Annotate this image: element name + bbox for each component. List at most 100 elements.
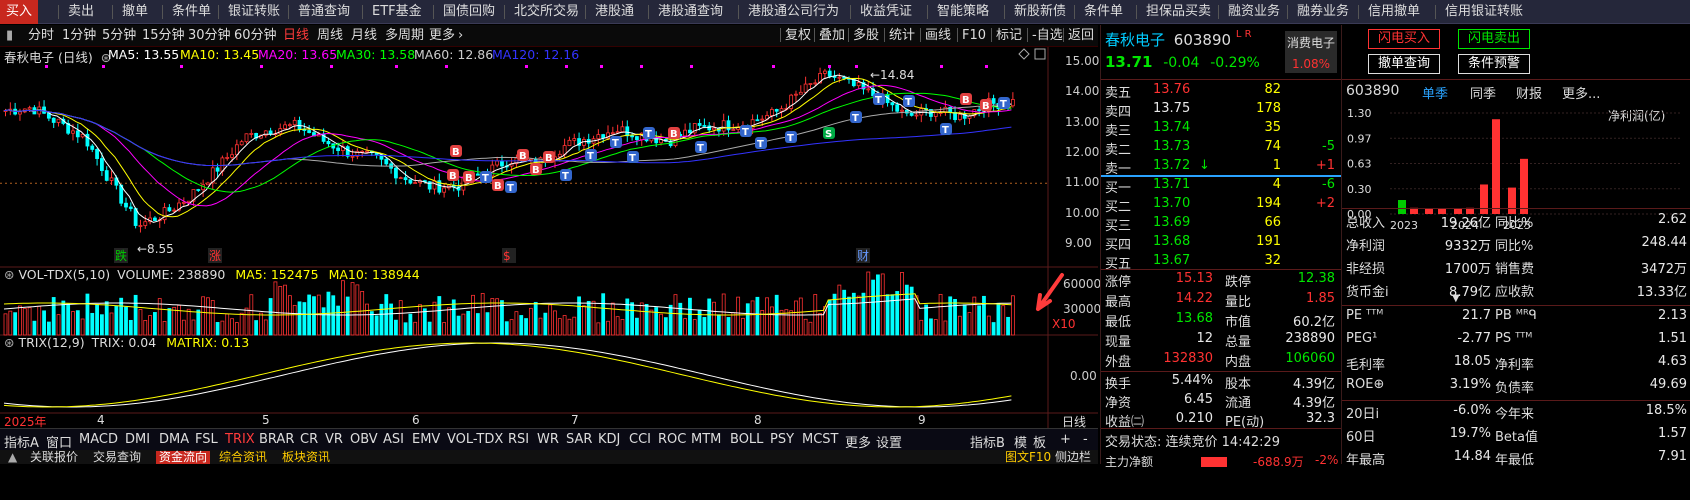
indicator-tab[interactable]: FSL [195,432,218,447]
panel-toggle-icon[interactable]: ▲ [8,451,17,464]
chart-control-button[interactable]: 画线 [925,27,951,45]
period-tab[interactable]: 日线 [283,27,309,45]
menu-item[interactable]: 信用撤单 [1368,0,1420,24]
book-row[interactable]: 卖四 13.75 178 [1101,100,1341,120]
chart-control-button[interactable]: 统计 [889,27,915,45]
indicator-tab[interactable]: VOL-TDX [447,432,503,447]
period-tab[interactable]: 分时 [28,27,54,45]
settings-icon[interactable]: ⊛ [4,267,14,282]
indicator-tab[interactable]: PSY [770,432,794,447]
indicator-tab[interactable]: RSI [508,432,529,447]
menu-item[interactable]: 条件单 [172,0,211,24]
bottom-tab[interactable]: 交易查询 [93,451,141,464]
indicator-tab[interactable]: 指标B [970,432,1005,451]
indicator-tab[interactable]: 板 [1033,432,1046,451]
indicator-tab[interactable]: SAR [566,432,592,447]
chart-control-button[interactable]: 多股 [853,27,879,45]
expand-icon[interactable]: ▮ [6,27,13,45]
indicator-tab[interactable]: - [1083,432,1088,447]
indicator-tab[interactable]: MACD [79,432,118,447]
indicator-tab[interactable]: EMV [412,432,440,447]
indicator-tab[interactable]: CCI [629,432,651,447]
indicator-tab[interactable]: ASI [383,432,404,447]
indicator-tab[interactable]: 模 [1014,432,1027,451]
menu-item[interactable]: 撤单 [122,0,148,24]
bottom-tab[interactable]: 关联报价 [30,451,78,464]
menu-item[interactable]: ETF基金 [372,0,422,24]
indicator-tab[interactable]: MCST [802,432,839,447]
book-row[interactable]: 卖二 13.73 74 -5 [1101,138,1341,158]
chart-control-button[interactable]: 复权 [785,27,811,45]
indicator-tab[interactable]: MTM [691,432,721,447]
fin-tab[interactable]: 更多... [1562,83,1600,102]
fin-tab[interactable]: 财报 [1516,83,1542,102]
flash-buy-button[interactable]: 闪电买入 [1368,29,1440,49]
fin-tab[interactable]: 单季 [1422,83,1448,102]
indicator-tab[interactable]: ROC [658,432,686,447]
book-row[interactable]: 买二 13.70 194 +2 [1101,195,1341,215]
menu-item[interactable]: 新股新债 [1014,0,1066,24]
menu-item[interactable]: 国债回购 [443,0,495,24]
chart-control-button[interactable]: 标记 [996,27,1022,45]
scroll-icon[interactable] [1034,48,1046,60]
menu-item[interactable]: 融资业务 [1228,0,1280,24]
chevron-down-icon[interactable]: ▼ [1452,293,1460,304]
book-row[interactable]: 卖五 13.76 82 [1101,81,1341,101]
book-row[interactable]: 买一 13.71 4 -6 [1101,176,1341,196]
settings-icon[interactable]: ⊛ [4,335,14,350]
indicator-tab[interactable]: DMA [159,432,189,447]
diamond-icon[interactable] [1018,48,1030,60]
period-tab[interactable]: 5分钟 [102,27,136,45]
period-tab[interactable]: 60分钟 [234,27,277,45]
indicator-tab[interactable]: CR [300,432,318,447]
chart-control-button[interactable]: 叠加 [819,27,845,45]
chart-control-button[interactable]: 返回 [1068,27,1094,45]
indicator-tab[interactable]: WR [537,432,559,447]
period-tab[interactable]: 周线 [317,27,343,45]
fin-tab[interactable]: 同季 [1470,83,1496,102]
menu-item[interactable]: 港股通公司行为 [748,0,839,24]
indicator-tab[interactable]: BRAR [259,432,294,447]
bottom-tab[interactable]: 资金流向 [156,451,211,464]
period-tab[interactable]: 30分钟 [188,27,231,45]
chart-control-button[interactable]: F10 [962,27,986,45]
menu-item[interactable]: 条件单 [1084,0,1123,24]
bottom-tab[interactable]: 板块资讯 [282,451,330,464]
chevron-right-icon[interactable]: › [458,27,463,45]
indicator-tab[interactable]: 窗口 [46,432,72,451]
book-row[interactable]: 买三 13.69 66 [1101,214,1341,234]
menu-item[interactable]: 收益凭证 [860,0,912,24]
book-row[interactable]: 卖三 13.74 35 [1101,119,1341,139]
menu-item[interactable]: 普通查询 [298,0,350,24]
sector-badge[interactable]: 消费电子 1.08% [1285,31,1337,73]
indicator-tab[interactable]: OBV [350,432,378,447]
book-row[interactable]: 买四 13.68 191 [1101,233,1341,253]
menu-item[interactable]: 担保品买卖 [1146,0,1211,24]
bottom-tab[interactable]: 图文F10 [1005,451,1051,464]
menu-item[interactable]: 港股通查询 [658,0,723,24]
menu-item[interactable]: 港股通 [595,0,634,24]
bottom-tab[interactable]: 侧边栏 [1055,451,1091,464]
indicator-tab[interactable]: KDJ [598,432,620,447]
period-tab[interactable]: 15分钟 [142,27,185,45]
indicator-tab[interactable]: + [1060,432,1071,447]
kline-chart[interactable]: ←14.84←8.55跌涨 $ 财BB B TB TBBBTTTTT BTTTT STT TTB… [0,47,1098,428]
menu-item[interactable]: 智能策略 [937,0,989,24]
period-tab[interactable]: 更多 [429,27,455,45]
menu-item[interactable]: 卖出 [68,0,94,24]
menu-item[interactable]: 北交所交易 [514,0,579,24]
menu-item[interactable]: 融券业务 [1297,0,1349,24]
indicator-tab[interactable]: VR [325,432,343,447]
indicator-tab[interactable]: 设置 [876,432,902,451]
condition-alert-button[interactable]: 条件预警 [1458,54,1530,74]
indicator-tab[interactable]: DMI [125,432,150,447]
indicator-tab[interactable]: 更多 [845,432,871,451]
indicator-tab[interactable]: TRIX [225,432,255,447]
menu-item[interactable]: 信用银证转账 [1445,0,1523,24]
period-tab[interactable]: 多周期 [385,27,424,45]
menu-item[interactable]: 买入 [0,0,39,24]
period-tab[interactable]: 月线 [351,27,377,45]
bottom-tab[interactable]: 综合资讯 [219,451,267,464]
indicator-tab[interactable]: BOLL [730,432,763,447]
book-row[interactable]: 卖一 13.72 1 +1 ↓ [1101,157,1341,177]
